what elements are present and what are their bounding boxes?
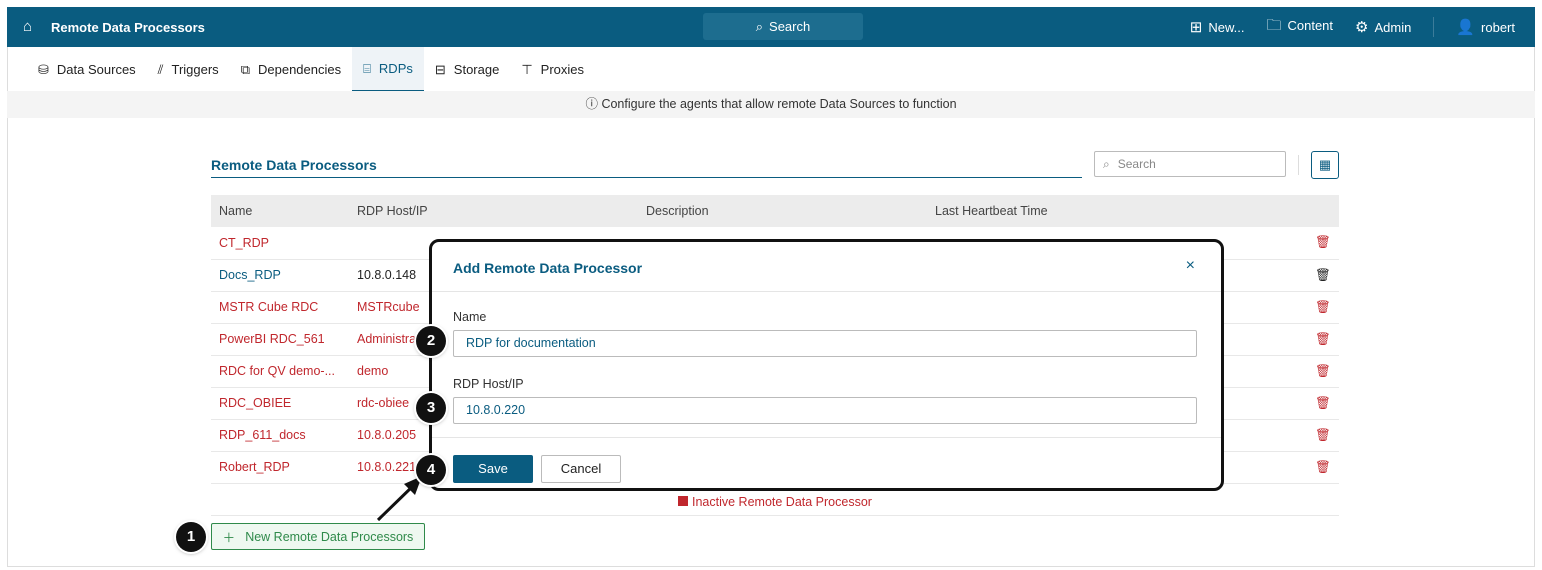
host-input[interactable]: 10.8.0.220: [453, 397, 1197, 424]
delete-icon[interactable]: 🗑: [1299, 323, 1339, 356]
new-rdp-label: New Remote Data Processors: [245, 529, 414, 544]
rdp-name[interactable]: PowerBI RDC_561: [211, 323, 349, 356]
proxy-icon: ⊤: [521, 61, 533, 77]
delete-icon[interactable]: 🗑: [1299, 259, 1339, 292]
info-icon: ⓘ: [585, 97, 598, 111]
column-header-description[interactable]: Description: [638, 195, 927, 227]
name-input[interactable]: RDP for documentation: [453, 330, 1197, 357]
admin-label: Admin: [1374, 20, 1412, 35]
inactive-legend: Inactive Remote Data Processor: [678, 495, 872, 509]
tab-rdps[interactable]: ⌸ RDPs: [352, 47, 424, 92]
host-label: RDP Host/IP: [453, 377, 524, 391]
storage-icon: ⊟: [434, 61, 446, 77]
search-icon: ⌕: [1103, 156, 1110, 171]
info-bar: ⓘ Configure the agents that allow remote…: [7, 91, 1535, 118]
dialog-footer-divider: [432, 437, 1221, 438]
rdp-name[interactable]: RDC for QV demo-...: [211, 355, 349, 388]
column-settings-button[interactable]: ▦: [1311, 151, 1339, 179]
legend-text: Inactive Remote Data Processor: [692, 495, 872, 509]
user-label: robert: [1481, 20, 1515, 35]
column-header-actions: [1299, 195, 1339, 227]
info-text: Configure the agents that allow remote D…: [601, 97, 957, 111]
column-header-name[interactable]: Name: [211, 195, 349, 227]
content-label: Content: [1287, 17, 1334, 33]
user-icon: 👤: [1456, 19, 1476, 36]
content-menu[interactable]: 🗀 Content: [1266, 15, 1333, 40]
hierarchy-icon: ⌸: [363, 60, 371, 76]
global-search[interactable]: ⌕ Search: [703, 13, 863, 40]
table-icon: ▦: [1318, 157, 1332, 172]
search-icon: ⌕: [755, 18, 764, 34]
rdp-name[interactable]: CT_RDP: [211, 227, 349, 260]
cancel-button[interactable]: Cancel: [541, 455, 621, 483]
home-icon[interactable]: ⌂: [23, 18, 32, 35]
title-underline: [211, 177, 1082, 178]
callout-4: 4: [416, 455, 446, 485]
user-menu[interactable]: 👤 robert: [1456, 18, 1515, 36]
callout-1: 1: [176, 522, 206, 552]
tab-data-sources[interactable]: ⛁ Data Sources: [27, 47, 147, 92]
name-label: Name: [453, 310, 487, 324]
top-bar: ⌂ Remote Data Processors ⌕ Search ⊞ New...…: [7, 7, 1535, 47]
divider: [1433, 17, 1435, 37]
callout-2: 2: [416, 326, 446, 356]
tab-dependencies[interactable]: ⧉ Dependencies: [230, 47, 352, 92]
new-menu[interactable]: ⊞ New...: [1190, 18, 1245, 36]
tab-label: Data Sources: [56, 62, 136, 77]
rdp-name[interactable]: RDP_611_docs: [211, 419, 349, 452]
delete-icon[interactable]: 🗑: [1299, 227, 1339, 260]
tab-triggers[interactable]: ⫽ Triggers: [147, 47, 230, 92]
tab-label: Dependencies: [257, 62, 342, 77]
add-rdp-dialog: Add Remote Data Processor × Name RDP for…: [429, 239, 1224, 491]
legend-swatch: [678, 496, 688, 506]
delete-icon[interactable]: 🗑: [1299, 291, 1339, 324]
save-button[interactable]: Save: [453, 455, 533, 483]
app-title: Remote Data Processors: [51, 20, 205, 35]
divider: [1298, 155, 1299, 175]
tab-label: Storage: [453, 62, 500, 77]
rdp-name[interactable]: MSTR Cube RDC: [211, 291, 349, 324]
rdp-name[interactable]: Robert_RDP: [211, 451, 349, 484]
tab-storage[interactable]: ⊟ Storage: [424, 47, 510, 92]
column-header-host[interactable]: RDP Host/IP: [349, 195, 638, 227]
gear-icon: ⚙: [1355, 19, 1369, 36]
tab-label: Proxies: [540, 62, 585, 77]
database-icon: ⛁: [38, 61, 49, 77]
delete-icon[interactable]: 🗑: [1299, 419, 1339, 452]
search-label: Search: [769, 19, 811, 34]
callout-3: 3: [416, 393, 446, 423]
dialog-header: Add Remote Data Processor ×: [432, 242, 1221, 292]
dialog-title: Add Remote Data Processor: [453, 260, 643, 276]
rdp-name[interactable]: RDC_OBIEE: [211, 387, 349, 420]
tab-label: Triggers: [171, 62, 219, 77]
delete-icon[interactable]: 🗑: [1299, 451, 1339, 484]
tab-label: RDPs: [378, 61, 413, 76]
page-title: Remote Data Processors: [211, 157, 377, 173]
tab-proxies[interactable]: ⊤ Proxies: [510, 47, 595, 92]
close-icon[interactable]: ×: [1186, 257, 1195, 275]
delete-icon[interactable]: 🗑: [1299, 387, 1339, 420]
column-header-heartbeat[interactable]: Last Heartbeat Time: [927, 195, 1299, 227]
folder-icon: 🗀: [1266, 16, 1282, 34]
search-input[interactable]: ⌕ Search: [1094, 151, 1286, 177]
rdp-name[interactable]: Docs_RDP: [211, 259, 349, 292]
plus-square-icon: ⊞: [1189, 19, 1203, 36]
plus-icon: ＋: [222, 531, 236, 545]
tab-bar: ⛁ Data Sources ⫽ Triggers ⧉ Dependencies ⌸ R…: [7, 47, 595, 92]
cubes-icon: ⧉: [240, 61, 250, 77]
trigger-icon: ⫽: [157, 61, 164, 77]
search-placeholder: Search: [1117, 157, 1156, 171]
new-label: New...: [1208, 20, 1245, 35]
admin-menu[interactable]: ⚙ Admin: [1355, 18, 1411, 36]
delete-icon[interactable]: 🗑: [1299, 355, 1339, 388]
